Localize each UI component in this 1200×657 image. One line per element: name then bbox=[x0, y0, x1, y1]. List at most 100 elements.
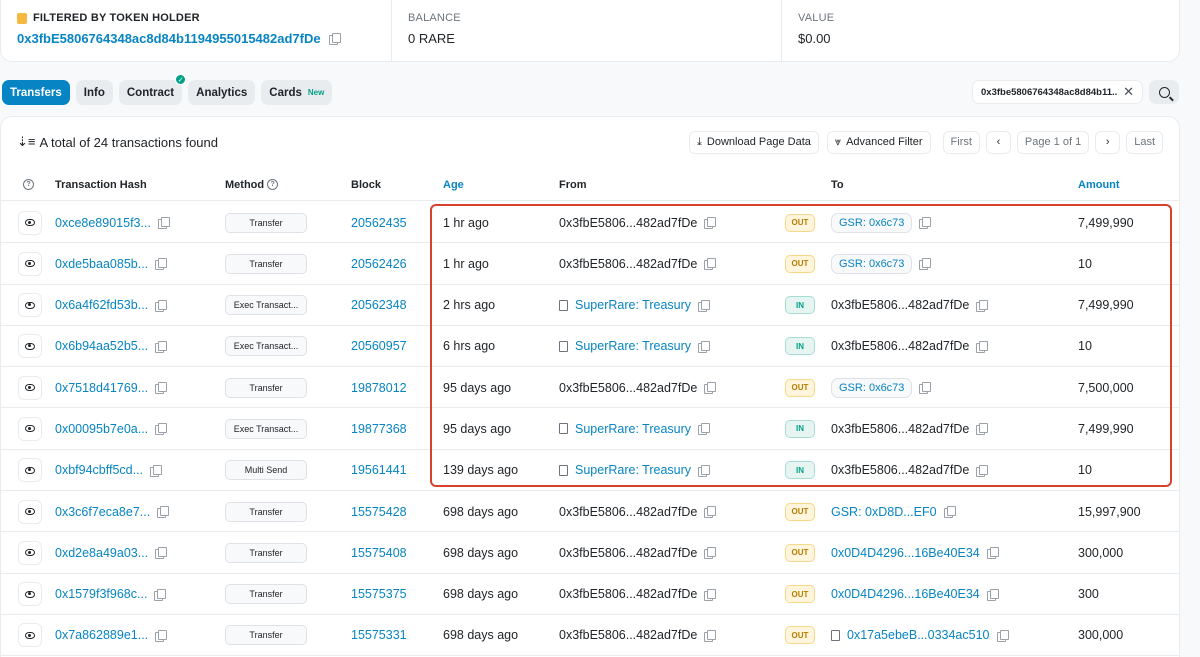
copy-icon[interactable] bbox=[157, 217, 170, 229]
copy-icon[interactable] bbox=[155, 382, 168, 395]
to-address[interactable]: GSR: 0x6c73 bbox=[831, 253, 913, 274]
transaction-hash-link[interactable]: 0xbf94cbff5cd... bbox=[55, 463, 143, 477]
block-link[interactable]: 19877368 bbox=[351, 422, 407, 436]
first-page-button[interactable]: First bbox=[942, 130, 980, 154]
block-link[interactable]: 15575331 bbox=[351, 628, 407, 642]
copy-icon[interactable] bbox=[943, 506, 956, 519]
view-details-button[interactable] bbox=[18, 499, 42, 524]
search-button[interactable] bbox=[1149, 80, 1179, 104]
next-page-button[interactable]: › bbox=[1095, 130, 1121, 154]
copy-icon[interactable] bbox=[698, 299, 711, 312]
holder-address-link[interactable]: 0x3fbE5806764348ac8d84b1194955015482ad7f… bbox=[17, 31, 321, 46]
transaction-hash-link[interactable]: 0x00095b7e0a... bbox=[55, 422, 148, 436]
copy-icon[interactable] bbox=[704, 382, 717, 395]
copy-icon[interactable] bbox=[976, 423, 989, 436]
from-address[interactable]: SuperRare: Treasury bbox=[575, 463, 691, 477]
view-details-button[interactable] bbox=[18, 540, 42, 565]
view-details-button[interactable] bbox=[18, 623, 42, 648]
transaction-hash-link[interactable]: 0x6a4f62fd53b... bbox=[55, 298, 148, 312]
copy-icon[interactable] bbox=[704, 217, 717, 229]
view-details-button[interactable] bbox=[18, 293, 42, 318]
copy-icon[interactable] bbox=[698, 340, 711, 353]
view-details-button[interactable] bbox=[18, 416, 42, 441]
copy-icon[interactable] bbox=[155, 423, 168, 436]
copy-icon[interactable] bbox=[986, 588, 999, 601]
transaction-hash-link[interactable]: 0x3c6f7eca8e7... bbox=[55, 505, 150, 519]
tab-transfers[interactable]: Transfers bbox=[2, 80, 70, 105]
transaction-hash-link[interactable]: 0xd2e8a49a03... bbox=[55, 546, 148, 560]
transaction-hash-link[interactable]: 0x1579f3f968c... bbox=[55, 587, 147, 601]
from-address[interactable]: 0x3fbE5806...482ad7fDe bbox=[559, 546, 697, 560]
from-address[interactable]: 0x3fbE5806...482ad7fDe bbox=[559, 216, 697, 230]
from-address[interactable]: 0x3fbE5806...482ad7fDe bbox=[559, 381, 697, 395]
copy-icon[interactable] bbox=[154, 588, 167, 601]
tab-analytics[interactable]: Analytics bbox=[188, 80, 256, 105]
tab-contract[interactable]: Contract ✓ bbox=[118, 74, 187, 105]
block-link[interactable]: 20562348 bbox=[351, 298, 407, 312]
copy-icon[interactable] bbox=[155, 340, 168, 353]
to-address[interactable]: GSR: 0x6c73 bbox=[831, 212, 913, 233]
view-details-button[interactable] bbox=[18, 251, 42, 276]
copy-icon[interactable] bbox=[976, 299, 989, 312]
copy-icon[interactable] bbox=[150, 464, 163, 477]
transaction-hash-link[interactable]: 0x7a862889e1... bbox=[55, 628, 148, 642]
copy-icon[interactable] bbox=[704, 588, 717, 601]
to-address[interactable]: 0x0D4D4296...16Be40E34 bbox=[831, 587, 980, 601]
tab-info[interactable]: Info bbox=[75, 80, 113, 105]
block-link[interactable]: 20562426 bbox=[351, 257, 407, 271]
last-page-button[interactable]: Last bbox=[1126, 130, 1163, 154]
method-help-icon[interactable]: ? bbox=[267, 179, 279, 190]
from-address[interactable]: SuperRare: Treasury bbox=[575, 339, 691, 353]
to-address[interactable]: 0x3fbE5806...482ad7fDe bbox=[831, 463, 969, 477]
view-details-button[interactable] bbox=[18, 210, 42, 235]
from-address[interactable]: SuperRare: Treasury bbox=[575, 422, 691, 436]
download-page-data-button[interactable]: ⤓ Download Page Data bbox=[689, 130, 819, 154]
view-details-button[interactable] bbox=[18, 458, 42, 483]
from-address[interactable]: SuperRare: Treasury bbox=[575, 298, 691, 312]
prev-page-button[interactable]: ‹ bbox=[985, 130, 1011, 154]
to-address[interactable]: 0x3fbE5806...482ad7fDe bbox=[831, 298, 969, 312]
from-address[interactable]: 0x3fbE5806...482ad7fDe bbox=[559, 587, 697, 601]
to-address[interactable]: 0x3fbE5806...482ad7fDe bbox=[831, 339, 969, 353]
block-link[interactable]: 15575428 bbox=[351, 505, 407, 519]
block-link[interactable]: 15575408 bbox=[351, 546, 407, 560]
copy-icon[interactable] bbox=[996, 629, 1009, 642]
transaction-hash-link[interactable]: 0xce8e89015f3... bbox=[55, 216, 151, 230]
close-icon[interactable]: ✕ bbox=[1123, 84, 1134, 100]
transaction-hash-link[interactable]: 0xde5baa085b... bbox=[55, 257, 148, 271]
copy-icon[interactable] bbox=[919, 382, 932, 395]
copy-icon[interactable] bbox=[986, 547, 999, 560]
copy-icon[interactable] bbox=[698, 464, 711, 477]
copy-icon[interactable] bbox=[157, 506, 170, 519]
block-link[interactable]: 19561441 bbox=[351, 463, 407, 477]
view-details-button[interactable] bbox=[18, 334, 42, 359]
to-address[interactable]: GSR: 0x6c73 bbox=[831, 377, 913, 398]
block-link[interactable]: 20560957 bbox=[351, 339, 407, 353]
copy-icon[interactable] bbox=[704, 258, 717, 271]
copy-icon[interactable] bbox=[328, 33, 341, 45]
copy-icon[interactable] bbox=[976, 340, 989, 353]
copy-icon[interactable] bbox=[155, 629, 168, 642]
copy-icon[interactable] bbox=[704, 629, 717, 642]
to-address[interactable]: 0x17a5ebeB...0334ac510 bbox=[847, 628, 990, 642]
copy-icon[interactable] bbox=[704, 547, 717, 560]
from-address[interactable]: 0x3fbE5806...482ad7fDe bbox=[559, 628, 697, 642]
transaction-hash-link[interactable]: 0x6b94aa52b5... bbox=[55, 339, 148, 353]
copy-icon[interactable] bbox=[155, 299, 168, 312]
block-link[interactable]: 15575375 bbox=[351, 587, 407, 601]
copy-icon[interactable] bbox=[698, 423, 711, 436]
view-details-button[interactable] bbox=[18, 375, 42, 400]
from-address[interactable]: 0x3fbE5806...482ad7fDe bbox=[559, 257, 697, 271]
col-amount[interactable]: Amount bbox=[1078, 179, 1120, 191]
from-address[interactable]: 0x3fbE5806...482ad7fDe bbox=[559, 505, 697, 519]
block-link[interactable]: 20562435 bbox=[351, 216, 407, 230]
copy-icon[interactable] bbox=[976, 464, 989, 477]
to-address[interactable]: 0x3fbE5806...482ad7fDe bbox=[831, 422, 969, 436]
copy-icon[interactable] bbox=[704, 506, 717, 519]
block-link[interactable]: 19878012 bbox=[351, 381, 407, 395]
advanced-filter-button[interactable]: ⩔ Advanced Filter bbox=[826, 130, 931, 154]
copy-icon[interactable] bbox=[155, 258, 168, 271]
transaction-hash-link[interactable]: 0x7518d41769... bbox=[55, 381, 148, 395]
copy-icon[interactable] bbox=[919, 217, 932, 229]
view-details-button[interactable] bbox=[18, 582, 42, 607]
